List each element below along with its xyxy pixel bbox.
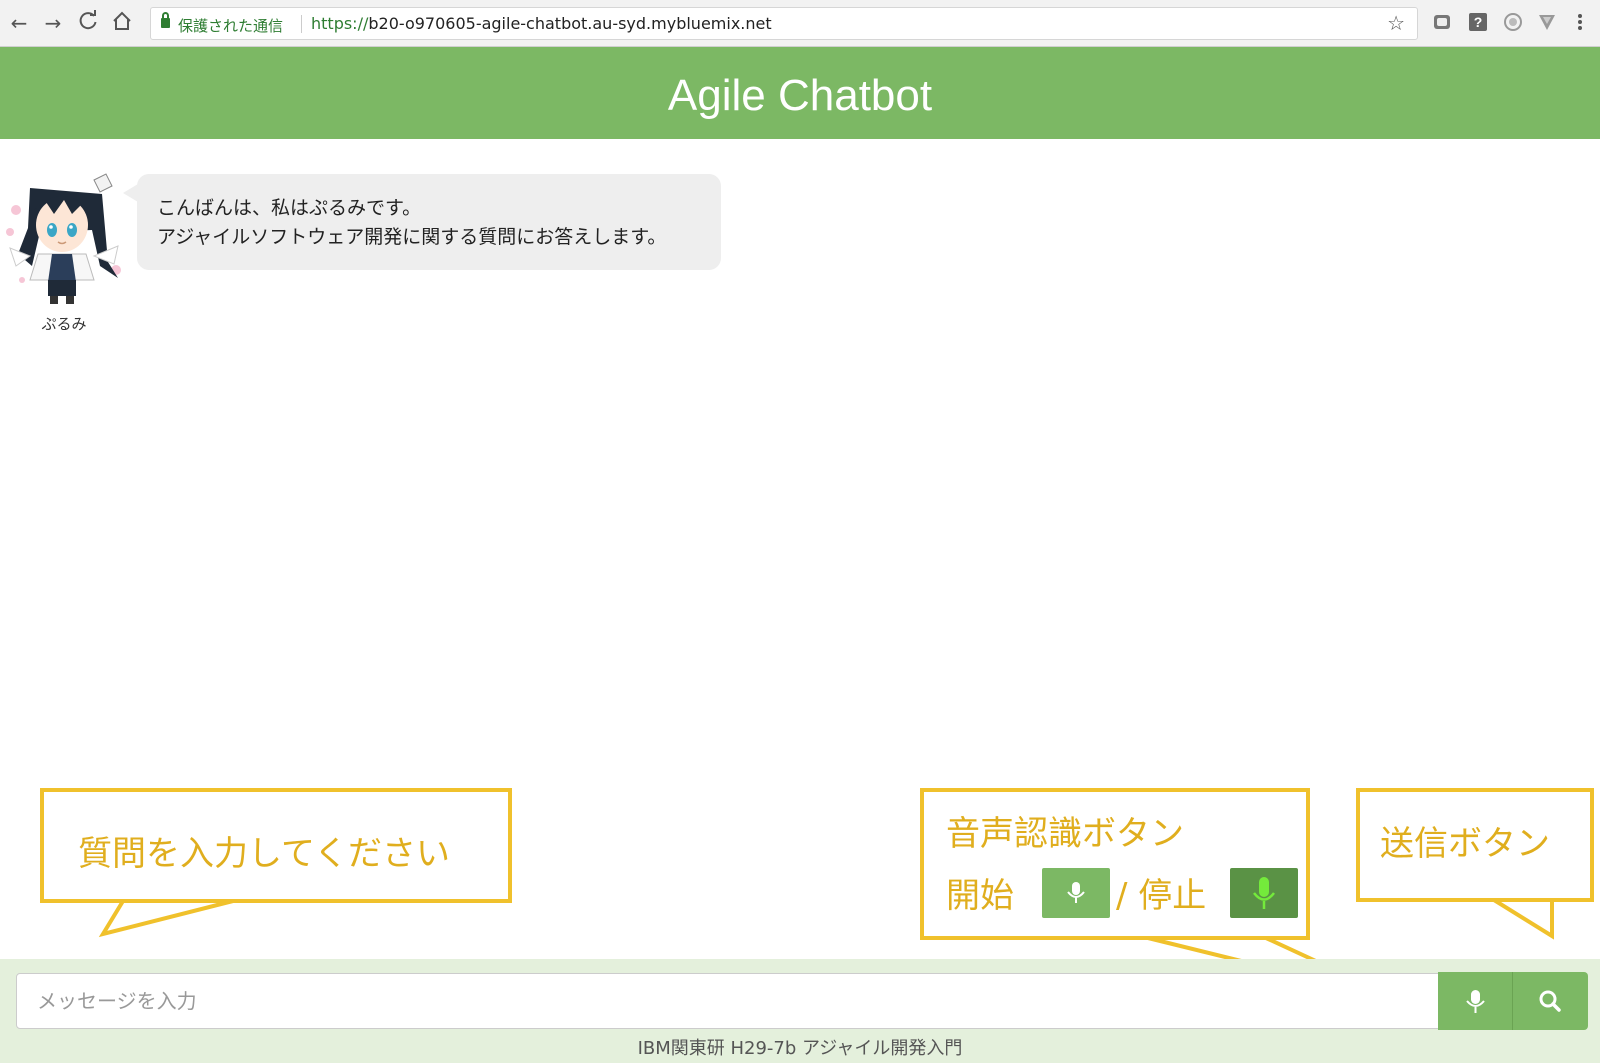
callout-send-text: 送信ボタン [1380, 824, 1550, 864]
send-button[interactable] [1513, 972, 1588, 1030]
extension-icon[interactable] [1432, 12, 1452, 32]
home-icon[interactable] [109, 10, 135, 36]
separator [301, 15, 302, 33]
callout-input-text: 質問を入力してください [78, 834, 450, 874]
reload-icon[interactable] [75, 10, 101, 36]
url-text[interactable]: https://b20-o970605-agile-chatbot.au-syd… [311, 14, 772, 33]
url-host: b20-o970605-agile-chatbot.au-syd.mybluem… [368, 14, 772, 33]
mic-icon [1466, 990, 1485, 1013]
svg-text:?: ? [1474, 14, 1483, 30]
page-title: Agile Chatbot [667, 71, 933, 120]
mic-stop-example [1230, 868, 1298, 918]
star-icon[interactable]: ☆ [1387, 11, 1405, 35]
callout-voice-start: 開始 [946, 876, 1014, 916]
url-scheme: https:// [311, 14, 369, 33]
vivaldi-icon[interactable] [1537, 12, 1557, 32]
forward-icon[interactable]: → [40, 10, 66, 36]
callout-input-hint: 質問を入力してください [40, 788, 512, 903]
callout-voice: 音声認識ボタン 開始 / 停止 [920, 788, 1310, 940]
bot-avatar [6, 173, 121, 304]
menu-icon[interactable] [1570, 12, 1590, 32]
message-line: アジャイルソフトウェア開発に関する質問にお答えします。 [157, 226, 667, 248]
profile-icon[interactable] [1503, 12, 1523, 32]
lock-icon [161, 12, 170, 28]
voice-button[interactable] [1438, 972, 1513, 1030]
search-icon [1539, 990, 1561, 1012]
mic-icon [1067, 882, 1085, 903]
mic-start-example [1042, 868, 1110, 918]
callout-voice-stop: / 停止 [1116, 876, 1207, 916]
address-bar[interactable]: 保護された通信 https://b20-o970605-agile-chatbo… [150, 7, 1418, 40]
callout-send: 送信ボタン [1356, 788, 1594, 902]
secure-label: 保護された通信 [178, 17, 284, 35]
footer-credit: IBM関東研 H29-7b アジャイル開発入門 [637, 1038, 963, 1059]
callout-voice-title: 音声認識ボタン [946, 814, 1184, 854]
browser-toolbar: ← → 保護された通信 https://b20-o970605-agile-ch… [0, 0, 1600, 47]
message-input[interactable] [16, 973, 1439, 1029]
message-line: こんばんは、私はぷるみです。 [157, 197, 422, 219]
help-icon[interactable]: ? [1468, 12, 1488, 32]
bot-message-bubble: こんばんは、私はぷるみです。 アジャイルソフトウェア開発に関する質問にお答えしま… [123, 174, 721, 270]
callout-tails [98, 898, 1554, 1002]
app-header: Agile Chatbot [0, 47, 1600, 139]
bot-name: ぷるみ [41, 315, 87, 333]
mic-active-icon [1253, 877, 1275, 909]
button-group [1438, 972, 1588, 1030]
back-icon[interactable]: ← [6, 10, 32, 36]
